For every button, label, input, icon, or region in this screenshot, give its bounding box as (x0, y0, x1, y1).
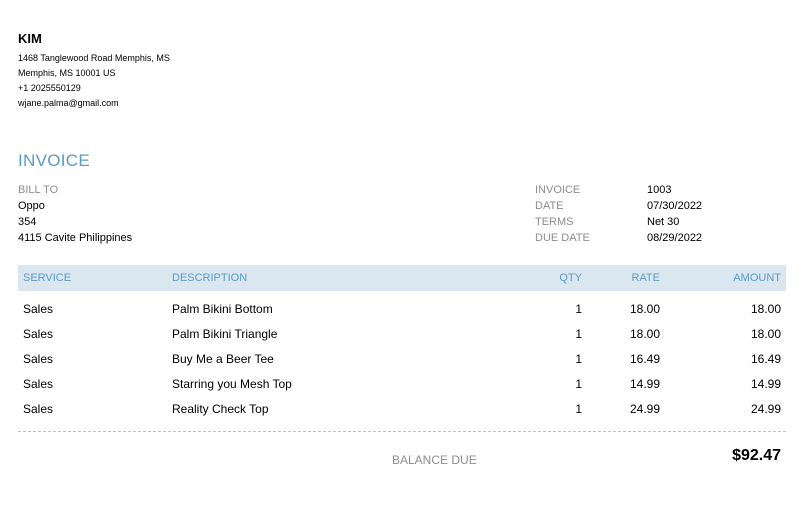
cell-rate: 16.49 (629, 351, 660, 366)
header-amount: AMOUNT (733, 272, 781, 284)
cell-description: Reality Check Top (172, 401, 269, 416)
meta-label: TERMS (535, 216, 574, 228)
table-row: Sales Reality Check Top 1 24.99 24.99 (18, 396, 786, 421)
header-rate: RATE (631, 272, 660, 284)
meta-label: DUE DATE (535, 232, 590, 244)
header-service: SERVICE (23, 272, 72, 284)
table-row: Sales Palm Bikini Triangle 1 18.00 18.00 (18, 321, 786, 346)
table-row: Sales Starring you Mesh Top 1 14.99 14.9… (18, 371, 786, 396)
bill-to-label: BILL TO (18, 184, 59, 196)
bill-to-name: Oppo (18, 200, 45, 212)
balance-due-label: BALANCE DUE (392, 453, 477, 467)
cell-rate: 14.99 (629, 376, 660, 391)
invoice-title: INVOICE (18, 151, 91, 170)
meta-row-date: DATE 07/30/2022 (535, 198, 702, 214)
table-body: Sales Palm Bikini Bottom 1 18.00 18.00 S… (18, 291, 786, 421)
cell-description: Palm Bikini Bottom (172, 301, 273, 316)
meta-label: INVOICE (535, 184, 581, 196)
cell-rate: 24.99 (629, 401, 660, 416)
bill-to-line1: 354 (18, 216, 37, 228)
cell-amount: 18.00 (750, 301, 781, 316)
cell-service: Sales (23, 301, 54, 316)
meta-row-terms: TERMS Net 30 (535, 214, 702, 230)
cell-qty: 1 (575, 301, 582, 316)
company-address-line1: 1468 Tanglewood Road Memphis, MS (18, 53, 170, 63)
cell-description: Buy Me a Beer Tee (172, 351, 274, 366)
meta-row-invoice: INVOICE 1003 (535, 182, 702, 198)
cell-qty: 1 (575, 401, 582, 416)
cell-qty: 1 (575, 376, 582, 391)
balance-due-value: $92.47 (732, 447, 781, 464)
cell-description: Palm Bikini Triangle (172, 326, 278, 341)
meta-value: 07/30/2022 (647, 200, 703, 212)
cell-service: Sales (23, 351, 54, 366)
company-name: KIM (18, 31, 42, 46)
bill-to-line2: 4115 Cavite Philippines (18, 232, 133, 244)
cell-service: Sales (23, 401, 54, 416)
totals-divider (18, 431, 786, 432)
cell-service: Sales (23, 326, 54, 341)
table-header: SERVICE DESCRIPTION QTY RATE AMOUNT (18, 265, 786, 291)
cell-amount: 14.99 (750, 376, 781, 391)
cell-amount: 24.99 (750, 401, 781, 416)
company-email: wjane.palma@gmail.com (18, 98, 119, 108)
bill-to-block: BILL TO Oppo 354 4115 Cavite Philippines (18, 182, 132, 246)
line-items-table: SERVICE DESCRIPTION QTY RATE AMOUNT Sale… (18, 265, 786, 421)
meta-value: 08/29/2022 (647, 232, 703, 244)
cell-rate: 18.00 (629, 301, 660, 316)
company-block: KIM 1468 Tanglewood Road Memphis, MS Mem… (18, 31, 170, 111)
cell-rate: 18.00 (629, 326, 660, 341)
cell-description: Starring you Mesh Top (172, 376, 292, 391)
header-qty: QTY (559, 272, 582, 284)
cell-qty: 1 (575, 351, 582, 366)
meta-label: DATE (535, 200, 564, 212)
table-row: Sales Palm Bikini Bottom 1 18.00 18.00 (18, 296, 786, 321)
meta-value: 1003 (647, 184, 672, 196)
header-description: DESCRIPTION (172, 272, 248, 284)
cell-qty: 1 (575, 326, 582, 341)
cell-amount: 16.49 (750, 351, 781, 366)
table-row: Sales Buy Me a Beer Tee 1 16.49 16.49 (18, 346, 786, 371)
invoice-meta: INVOICE 1003 DATE 07/30/2022 TERMS Net 3… (535, 182, 702, 246)
meta-row-due-date: DUE DATE 08/29/2022 (535, 230, 702, 246)
cell-amount: 18.00 (750, 326, 781, 341)
company-phone: +1 2025550129 (18, 83, 81, 93)
meta-value: Net 30 (647, 216, 680, 228)
company-address-line2: Memphis, MS 10001 US (18, 68, 116, 78)
cell-service: Sales (23, 376, 54, 391)
